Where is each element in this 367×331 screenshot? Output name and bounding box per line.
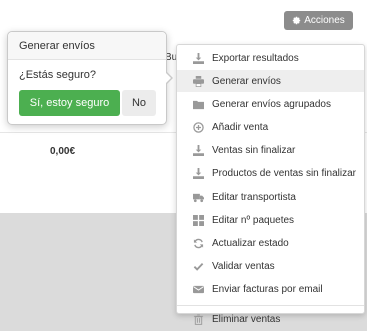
menu-item-anadir-venta[interactable]: Añadir venta bbox=[177, 117, 364, 139]
menu-item-eliminar-ventas[interactable]: Eliminar ventas bbox=[177, 309, 364, 331]
menu-divider bbox=[177, 304, 364, 306]
menu-item-label: Eliminar ventas bbox=[212, 314, 281, 326]
download-icon bbox=[193, 52, 204, 64]
acciones-label: Acciones bbox=[304, 15, 345, 26]
menu-item-label: Editar nº paquetes bbox=[212, 214, 295, 226]
download-icon bbox=[193, 168, 204, 180]
grid-icon bbox=[193, 214, 204, 226]
total-amount: 0,00€ bbox=[50, 146, 76, 157]
plus-circle-icon bbox=[193, 122, 204, 133]
truck-icon bbox=[193, 192, 204, 203]
acciones-button[interactable]: Acciones bbox=[284, 11, 353, 30]
menu-item-productos-ventas-sin-finalizar[interactable]: Productos de ventas sin finalizar bbox=[177, 163, 364, 185]
menu-item-label: Generar envíos agrupados bbox=[212, 98, 331, 110]
menu-item-validar-ventas[interactable]: Validar ventas bbox=[177, 256, 364, 278]
acciones-dropdown-menu: Exportar resultados Generar envíos Gener… bbox=[176, 44, 365, 325]
menu-item-label: Añadir venta bbox=[212, 122, 269, 134]
menu-item-generar-envios-agrupados[interactable]: Generar envíos agrupados bbox=[177, 93, 364, 115]
menu-item-label: Productos de ventas sin finalizar bbox=[212, 168, 356, 180]
menu-item-editar-paquetes[interactable]: Editar nº paquetes bbox=[177, 209, 364, 231]
menu-item-label: Ventas sin finalizar bbox=[212, 145, 296, 157]
menu-item-label: Validar ventas bbox=[212, 261, 275, 273]
menu-item-label: Actualizar estado bbox=[212, 238, 289, 249]
menu-item-label: Editar transportista bbox=[212, 191, 296, 203]
cancel-button[interactable]: No bbox=[122, 90, 156, 116]
confirm-button[interactable]: Sí, estoy seguro bbox=[19, 90, 120, 116]
refresh-icon bbox=[193, 238, 204, 249]
menu-item-label: Exportar resultados bbox=[212, 52, 299, 64]
popover-question: ¿Estás seguro? bbox=[19, 69, 97, 81]
printer-icon bbox=[193, 75, 204, 87]
confirmation-popover: Generar envíos ¿Estás seguro? Sí, estoy … bbox=[7, 31, 173, 125]
gear-icon bbox=[292, 16, 301, 25]
check-icon bbox=[193, 261, 204, 272]
popover-actions: Sí, estoy seguro No bbox=[8, 90, 166, 116]
menu-item-actualizar-estado[interactable]: Actualizar estado bbox=[177, 233, 364, 255]
menu-item-generar-envios[interactable]: Generar envíos bbox=[177, 70, 364, 93]
popover-arrow bbox=[165, 71, 173, 85]
menu-item-enviar-facturas-email[interactable]: Enviar facturas por email bbox=[177, 279, 364, 301]
folder-icon bbox=[193, 99, 204, 110]
menu-item-exportar-resultados[interactable]: Exportar resultados bbox=[177, 47, 364, 69]
trash-icon bbox=[193, 314, 204, 326]
menu-item-label: Generar envíos bbox=[212, 75, 281, 87]
download-icon bbox=[193, 145, 204, 157]
menu-item-editar-transportista[interactable]: Editar transportista bbox=[177, 186, 364, 208]
envelope-icon bbox=[193, 284, 204, 295]
menu-item-label: Enviar facturas por email bbox=[212, 284, 323, 296]
popover-title: Generar envíos bbox=[8, 32, 166, 60]
menu-item-ventas-sin-finalizar[interactable]: Ventas sin finalizar bbox=[177, 140, 364, 162]
